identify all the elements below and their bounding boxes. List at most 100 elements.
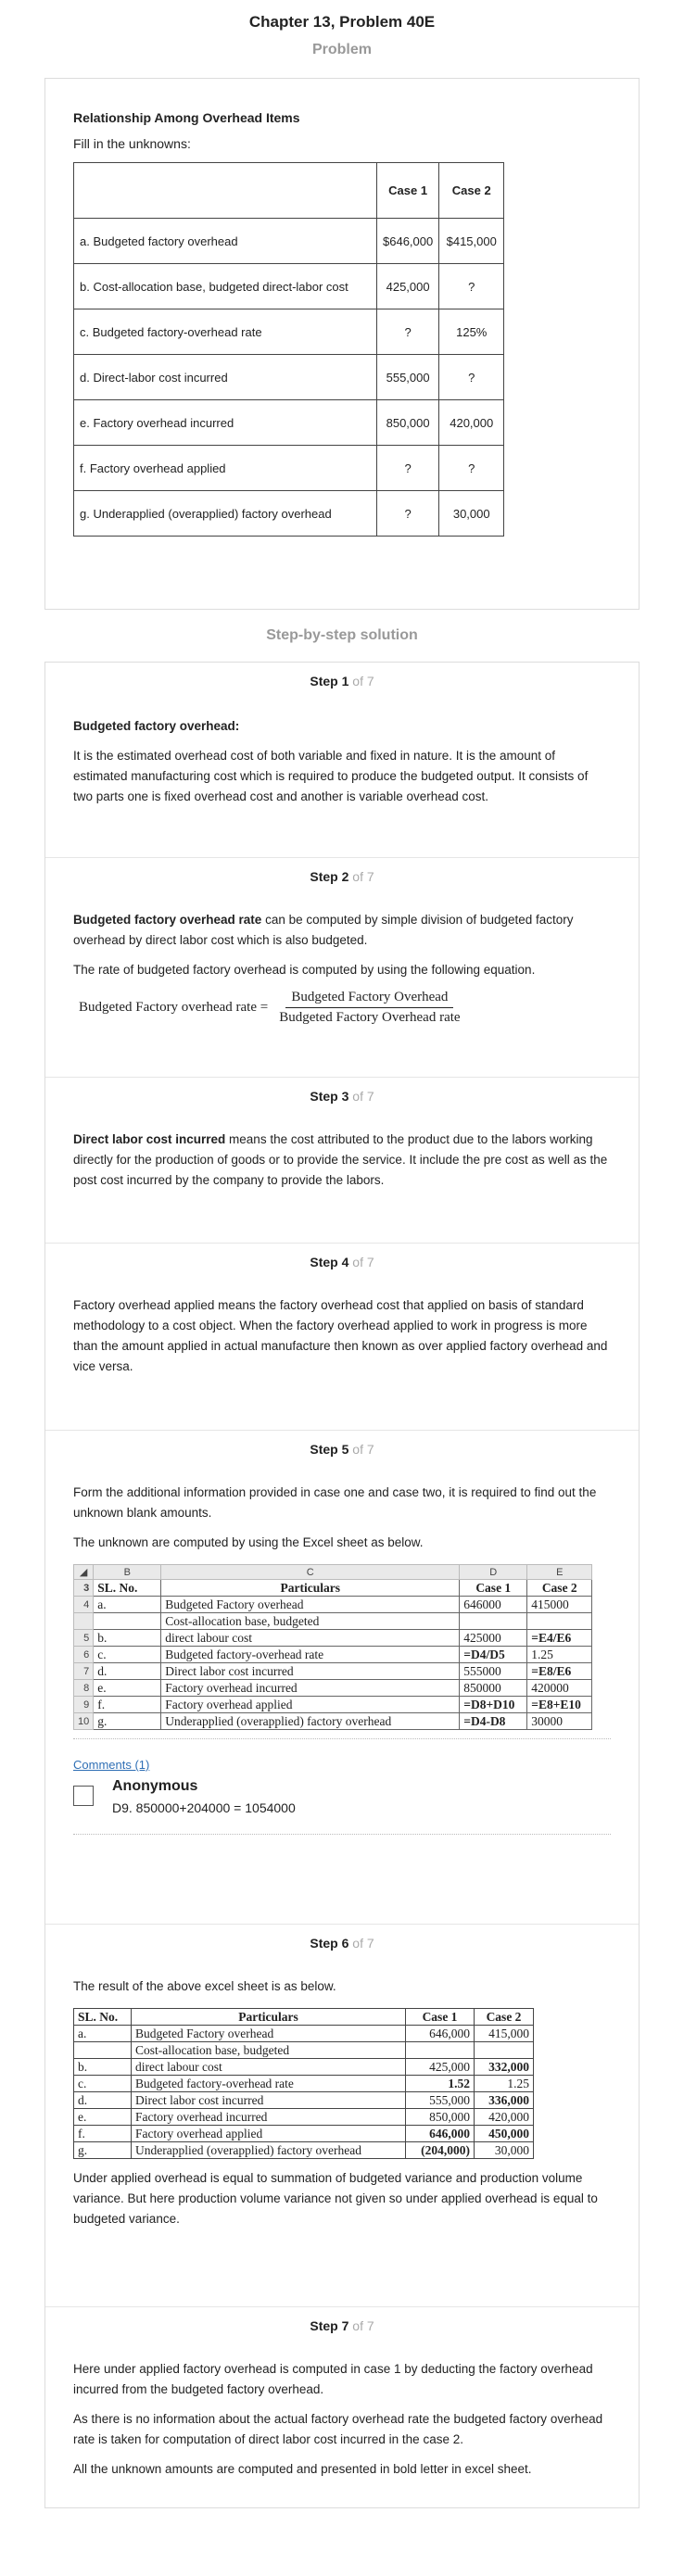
excel-cell: =E4/E6	[526, 1629, 593, 1647]
comments-divider	[73, 1834, 611, 1835]
table-header-cell: Case 1	[375, 162, 440, 219]
excel-column-header: B	[93, 1564, 162, 1580]
result-row: b. direct labour cost 425,000 332,000	[73, 2058, 534, 2076]
excel-row-number: 6	[72, 1646, 95, 1663]
excel-row-number: 10	[72, 1712, 95, 1730]
solution-section-label: Step-by-step solution	[266, 627, 418, 643]
problem-table: Case 1 Case 2 a. Budgeted factory overhe…	[73, 162, 505, 537]
problem-subheading: Fill in the unknowns:	[73, 136, 191, 151]
excel-cell: 1.25	[526, 1646, 593, 1663]
step-of: of 7	[352, 2318, 374, 2333]
case-value: ?	[438, 354, 505, 400]
table-row: a. Budgeted factory overhead $646,000 $415…	[73, 218, 505, 264]
excel-column-header: E	[526, 1564, 593, 1580]
result-cell: d.	[73, 2091, 132, 2109]
excel-cell: Particulars	[160, 1579, 461, 1597]
steps-card: Step 1 of 7 Budgeted factory overhead: I…	[44, 662, 640, 2508]
excel-cell: direct labour cost	[160, 1629, 461, 1647]
case-value: $415,000	[438, 218, 505, 264]
problem-heading: Relationship Among Overhead Items	[73, 110, 300, 125]
case-value: 555,000	[375, 354, 440, 400]
case-value: ?	[375, 445, 440, 491]
step-2: Step 2 of 7 Budgeted factory overhead ra…	[45, 857, 639, 1077]
excel-row: 7 d. Direct labor cost incurred 555000 =E8/E…	[72, 1662, 593, 1680]
step-of: of 7	[352, 1936, 374, 1951]
excel-cell: d.	[93, 1662, 162, 1680]
result-cell: 450,000	[474, 2125, 534, 2142]
table-row: b. Cost-allocation base, budgeted direct…	[73, 263, 505, 309]
step-header: Step 5 of 7	[73, 1431, 611, 1457]
step-6: Step 6 of 7 The result of the above exce…	[45, 1924, 639, 2306]
excel-cell	[93, 1612, 162, 1630]
excel-row-number: 7	[72, 1662, 95, 1680]
result-cell: a.	[73, 2025, 132, 2042]
result-cell: Case 2	[474, 2008, 534, 2026]
formula-numerator: Budgeted Factory Overhead	[285, 990, 454, 1008]
result-cell: Particulars	[131, 2008, 406, 2026]
excel-cell: Underapplied (overapplied) factory overh…	[160, 1712, 461, 1730]
step-word: Step	[310, 1442, 338, 1457]
excel-cell: f.	[93, 1696, 162, 1713]
result-cell: f.	[73, 2125, 132, 2142]
excel-cell: a.	[93, 1596, 162, 1613]
result-table: SL. No. Particulars Case 1 Case 2 a. Budg…	[73, 2008, 534, 2159]
excel-cell: =D4-D8	[459, 1712, 528, 1730]
excel-cell: g.	[93, 1712, 162, 1730]
step-header: Step 3 of 7	[73, 1078, 611, 1104]
result-cell: Budgeted factory-overhead rate	[131, 2075, 406, 2092]
row-label: b. Cost-allocation base, budgeted direct…	[73, 263, 377, 309]
comment-author: Anonymous	[112, 1778, 198, 1794]
formula-fraction: Budgeted Factory Overhead Budgeted Facto…	[273, 990, 465, 1026]
excel-cell: =E8+E10	[526, 1696, 593, 1713]
excel-cell: 555000	[459, 1662, 528, 1680]
case-value: 125%	[438, 309, 505, 355]
row-label: a. Budgeted factory overhead	[73, 218, 377, 264]
excel-cell: Cost-allocation base, budgeted	[160, 1612, 461, 1630]
case-value: 420,000	[438, 399, 505, 446]
result-cell: c.	[73, 2075, 132, 2092]
excel-cell	[459, 1612, 528, 1630]
table-row: c. Budgeted factory-overhead rate? 125%	[73, 309, 505, 355]
excel-row-number: 5	[72, 1629, 95, 1647]
excel-cell: =E8/E6	[526, 1662, 593, 1680]
formula-lhs: Budgeted Factory overhead rate =	[79, 1000, 269, 1015]
step3-bold: Direct labor cost incurred	[73, 1132, 226, 1146]
result-row: f. Factory overhead applied 646,000 450,000	[73, 2125, 534, 2142]
step6-text: The result of the above excel sheet is a…	[73, 1979, 336, 1993]
comment-checkbox[interactable]	[73, 1786, 94, 1806]
excel-cell: Budgeted factory-overhead rate	[160, 1646, 461, 1663]
step-5: Step 5 of 7 Form the additional informat…	[45, 1430, 639, 1924]
step2-text2: The rate of budgeted factory overhead is…	[73, 963, 536, 977]
result-row: c. Budgeted factory-overhead rate 1.52 1.25	[73, 2075, 534, 2092]
excel-cell: e.	[93, 1679, 162, 1697]
result-cell: 425,000	[405, 2058, 475, 2076]
result-cell: 1.52	[405, 2075, 475, 2092]
result-cell	[405, 2041, 475, 2059]
excel-cell: Case 2	[526, 1579, 593, 1597]
step-number: 4	[341, 1255, 349, 1269]
comments-link[interactable]: Comments (1)	[73, 1758, 149, 1772]
case-value: ?	[438, 263, 505, 309]
step4-text: Factory overhead applied means the facto…	[73, 1298, 608, 1373]
result-cell: Direct labor cost incurred	[131, 2091, 406, 2109]
step-header: Step 7 of 7	[73, 2307, 611, 2333]
result-cell: Case 1	[405, 2008, 475, 2026]
excel-row: 5 b. direct labour cost 425000 =E4/E6	[72, 1629, 593, 1647]
result-row: e. Factory overhead incurred 850,000 420,00…	[73, 2108, 534, 2126]
excel-cell: 415000	[526, 1596, 593, 1613]
excel-cell	[526, 1612, 593, 1630]
result-cell: 646,000	[405, 2025, 475, 2042]
comments-divider	[73, 1738, 611, 1739]
result-cell: 555,000	[405, 2091, 475, 2109]
table-row: g. Underapplied (overapplied) factory ov…	[73, 490, 505, 537]
result-cell: 415,000	[474, 2025, 534, 2042]
result-cell: Budgeted Factory overhead	[131, 2025, 406, 2042]
excel-row-number: 4	[72, 1596, 95, 1613]
excel-corner: ◢	[72, 1564, 95, 1580]
step-word: Step	[310, 674, 338, 688]
step-7: Step 7 of 7 Here under applied factory o…	[45, 2306, 639, 2507]
row-label: g. Underapplied (overapplied) factory ov…	[73, 490, 377, 537]
step-4: Step 4 of 7 Factory overhead applied mea…	[45, 1243, 639, 1430]
excel-cell: Direct labor cost incurred	[160, 1662, 461, 1680]
result-cell	[474, 2041, 534, 2059]
